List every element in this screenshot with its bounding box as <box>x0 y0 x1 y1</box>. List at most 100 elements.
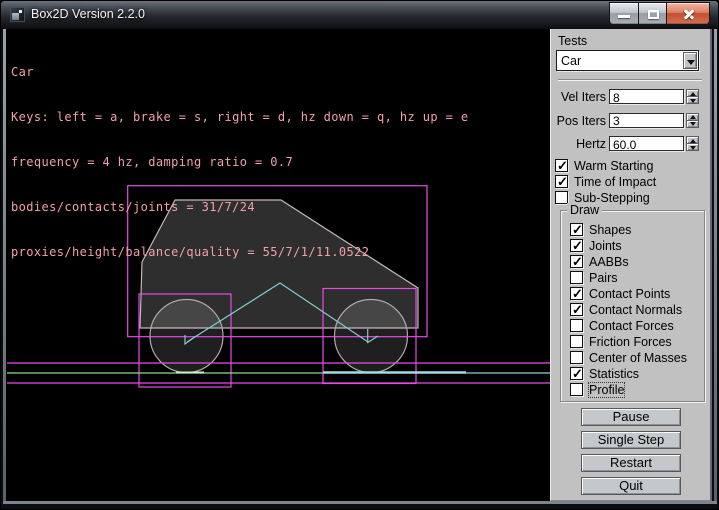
checkbox-label: Statistics <box>589 367 639 381</box>
tests-dropdown-button[interactable] <box>683 52 697 69</box>
window-frame-bottom <box>3 501 717 504</box>
minimize-button[interactable] <box>609 2 638 25</box>
arrow-up-icon <box>690 115 696 119</box>
arrow-up-icon <box>690 139 696 143</box>
checkbox-time-of-impact[interactable]: ✓ Time of Impact <box>555 175 656 189</box>
checkbox-contact-normals[interactable]: ✓ Contact Normals <box>570 303 682 317</box>
simulation-canvas[interactable]: Car Keys: left = a, brake = s, right = d… <box>6 29 550 501</box>
draw-group-label: Draw <box>567 203 602 217</box>
checkbox-contact-forces[interactable]: Contact Forces <box>570 319 674 333</box>
checkbox-label: Contact Normals <box>589 303 682 317</box>
hud-line-test-name: Car <box>11 65 468 80</box>
pos-iters-down-button[interactable] <box>686 120 699 128</box>
quit-button[interactable]: Quit <box>581 477 681 495</box>
vel-iters-down-button[interactable] <box>686 96 699 104</box>
app-icon <box>10 7 25 22</box>
check-icon: ✓ <box>572 254 583 270</box>
pos-iters-value: 3 <box>613 114 620 128</box>
checkbox-center-of-masses[interactable]: Center of Masses <box>570 351 687 365</box>
checkbox-aabbs[interactable]: ✓ AABBs <box>570 255 629 269</box>
hertz-value: 60.0 <box>613 138 636 152</box>
checkbox-label: Friction Forces <box>589 335 672 349</box>
pos-iters-input[interactable]: 3 <box>609 113 684 128</box>
checkbox-label: Contact Forces <box>589 319 674 333</box>
checkbox-box[interactable] <box>570 351 583 364</box>
checkbox-box[interactable]: ✓ <box>570 303 583 316</box>
tests-dropdown-value: Car <box>561 54 581 68</box>
hertz-row: Hertz 60.0 <box>551 136 711 152</box>
checkbox-label: Warm Starting <box>574 159 653 173</box>
check-icon: ✓ <box>572 286 583 302</box>
right-wheel <box>335 300 408 373</box>
hertz-input[interactable]: 60.0 <box>609 136 684 151</box>
checkbox-box[interactable]: ✓ <box>570 287 583 300</box>
checkbox-label: Pairs <box>589 271 617 285</box>
checkbox-label: Contact Points <box>589 287 670 301</box>
separator <box>558 79 702 81</box>
checkbox-label: Profile <box>589 383 624 397</box>
checkbox-statistics[interactable]: ✓ Statistics <box>570 367 639 381</box>
check-icon: ✓ <box>557 158 568 174</box>
maximize-icon <box>648 10 659 19</box>
tests-label: Tests <box>558 34 587 48</box>
vel-iters-stepper <box>686 89 699 104</box>
tests-dropdown[interactable]: Car <box>556 50 699 71</box>
hud-line-stats-1: bodies/contacts/joints = 31/7/24 <box>11 200 468 215</box>
checkbox-box[interactable]: ✓ <box>555 175 568 188</box>
checkbox-box[interactable]: ✓ <box>570 367 583 380</box>
arrow-down-icon <box>690 99 696 103</box>
checkbox-label: Joints <box>589 239 622 253</box>
check-icon: ✓ <box>572 238 583 254</box>
check-icon: ✓ <box>572 366 583 382</box>
app-window: Box2D Version 2.2.0 <box>0 0 719 510</box>
control-panel: Tests Car Vel Iters 8 Pos Iters 3 Hertz <box>550 29 712 501</box>
window-frame-right <box>714 29 717 502</box>
checkbox-pairs[interactable]: Pairs <box>570 271 617 285</box>
checkbox-warm-starting[interactable]: ✓ Warm Starting <box>555 159 653 173</box>
checkbox-box[interactable] <box>570 271 583 284</box>
pause-button[interactable]: Pause <box>581 408 681 426</box>
chevron-down-icon <box>687 60 695 65</box>
hud-text: Car Keys: left = a, brake = s, right = d… <box>11 35 468 290</box>
left-wheel <box>150 300 223 373</box>
hertz-label: Hertz <box>551 137 606 151</box>
checkbox-label: Time of Impact <box>574 175 656 189</box>
checkbox-box[interactable]: ✓ <box>570 255 583 268</box>
checkbox-friction-forces[interactable]: Friction Forces <box>570 335 672 349</box>
checkbox-box[interactable] <box>570 383 583 396</box>
hertz-stepper <box>686 136 699 151</box>
pos-iters-stepper <box>686 113 699 128</box>
title-bar[interactable]: Box2D Version 2.2.0 <box>1 1 719 29</box>
check-icon: ✓ <box>557 174 568 190</box>
window-title: Box2D Version 2.2.0 <box>31 7 145 21</box>
checkbox-label: Shapes <box>589 223 631 237</box>
checkbox-contact-points[interactable]: ✓ Contact Points <box>570 287 670 301</box>
check-icon: ✓ <box>572 302 583 318</box>
vel-iters-input[interactable]: 8 <box>609 89 684 104</box>
restart-button[interactable]: Restart <box>581 454 681 472</box>
pos-iters-label: Pos Iters <box>551 114 606 128</box>
pos-iters-row: Pos Iters 3 <box>551 113 711 129</box>
checkbox-box[interactable]: ✓ <box>570 239 583 252</box>
vel-iters-label: Vel Iters <box>551 90 606 104</box>
hertz-down-button[interactable] <box>686 143 699 151</box>
close-icon <box>683 8 695 20</box>
arrow-down-icon <box>690 122 696 126</box>
checkbox-shapes[interactable]: ✓ Shapes <box>570 223 631 237</box>
hud-line-stats-2: proxies/height/balance/quality = 55/7/1/… <box>11 245 468 260</box>
close-button[interactable] <box>667 2 710 25</box>
checkbox-label: Center of Masses <box>589 351 687 365</box>
checkbox-box[interactable] <box>570 335 583 348</box>
maximize-button[interactable] <box>638 2 667 25</box>
checkbox-box[interactable]: ✓ <box>555 159 568 172</box>
checkbox-box[interactable] <box>570 319 583 332</box>
minimize-icon <box>618 15 630 18</box>
checkbox-box[interactable]: ✓ <box>570 223 583 236</box>
checkbox-profile[interactable]: Profile <box>570 383 624 397</box>
arrow-up-icon <box>690 92 696 96</box>
arrow-down-icon <box>690 146 696 150</box>
check-icon: ✓ <box>572 222 583 238</box>
vel-iters-row: Vel Iters 8 <box>551 89 711 105</box>
single-step-button[interactable]: Single Step <box>581 431 681 449</box>
checkbox-joints[interactable]: ✓ Joints <box>570 239 622 253</box>
